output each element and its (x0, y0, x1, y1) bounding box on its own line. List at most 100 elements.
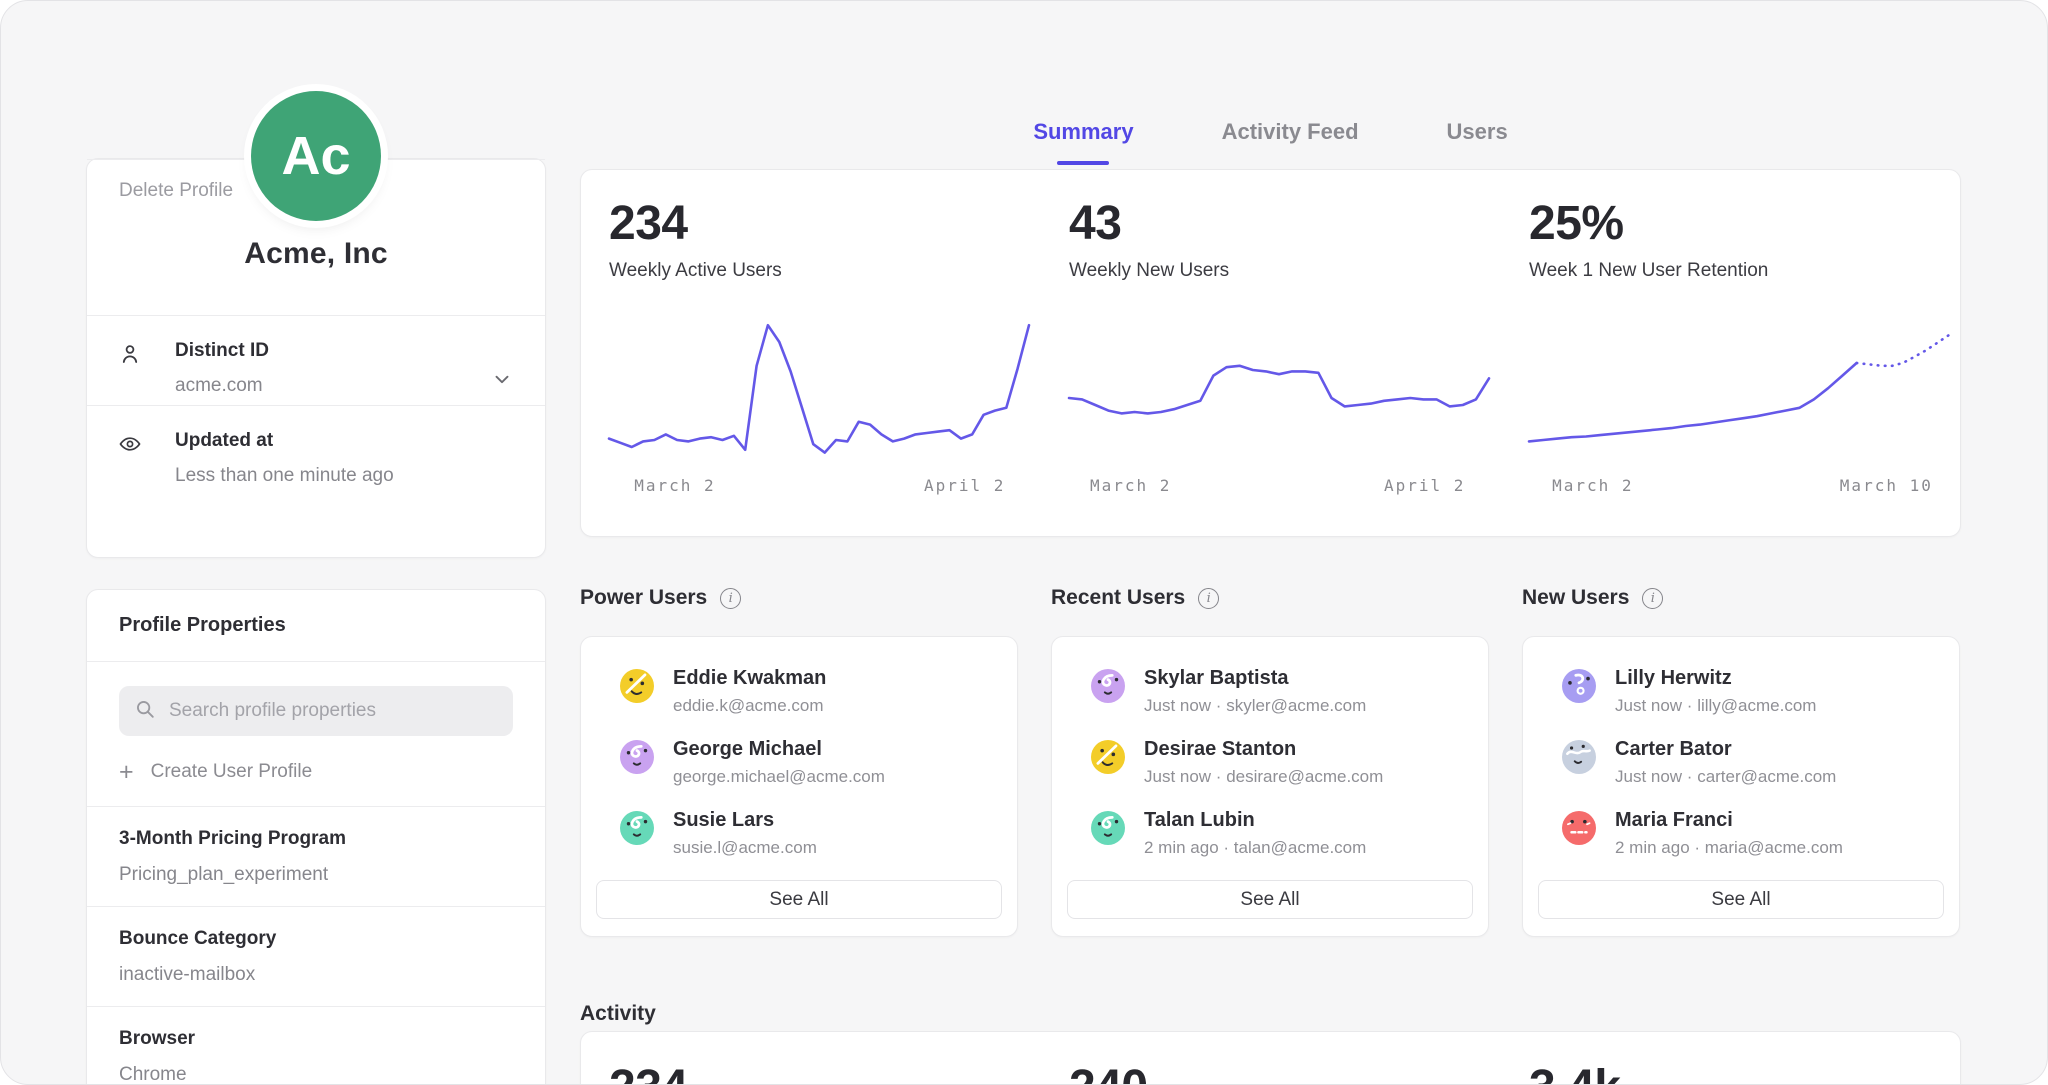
app-frame: Ac Acme, Inc Distinct ID acme.com Update… (0, 0, 2048, 1085)
user-list-item[interactable]: Skylar Baptista Just now · skyler@acme.c… (1067, 667, 1473, 716)
user-avatar (1562, 669, 1596, 703)
activity-stat-value: 234 (609, 1060, 1029, 1085)
profile-tabs: Summary Activity Feed Users (580, 119, 1961, 165)
activity-stats-card: 2342403.4k (580, 1031, 1961, 1085)
squiggle-face-icon (1091, 669, 1125, 703)
user-name: Eddie Kwakman (673, 667, 826, 690)
property-value: inactive-mailbox (119, 964, 513, 986)
user-section-new-users: New Users Lilly Herwitz Just now · lilly… (1522, 586, 1960, 937)
user-list-card: Lilly Herwitz Just now · lilly@acme.com … (1522, 636, 1960, 937)
user-detail: Just now · lilly@acme.com (1615, 696, 1816, 716)
user-name: Lilly Herwitz (1615, 667, 1816, 690)
user-detail: Just now · skyler@acme.com (1144, 696, 1366, 716)
loop-face-icon (1562, 669, 1596, 703)
user-avatar (1091, 669, 1125, 703)
stat-value: 43 (1069, 196, 1489, 251)
user-name: George Michael (673, 738, 885, 761)
sleepy-face-icon (1562, 811, 1596, 845)
eye-icon (118, 432, 142, 456)
user-avatar (1091, 740, 1125, 774)
x-axis-tick-label: March 2 (1552, 476, 1633, 495)
user-list-item[interactable]: Susie Lars susie.l@acme.com (596, 809, 1002, 858)
summary-stats-card: 234 Weekly Active Users March 2April 2 4… (580, 169, 1961, 537)
see-all-button[interactable]: See All (1067, 880, 1473, 919)
attribute-label: Updated at (175, 430, 513, 452)
profile-attribute-row: Distinct ID acme.com (87, 315, 545, 405)
user-list-item[interactable]: Eddie Kwakman eddie.k@acme.com (596, 667, 1002, 716)
x-axis-tick-label: March 2 (634, 476, 715, 495)
tab-summary[interactable]: Summary (1033, 119, 1133, 165)
stat-label: Weekly New Users (1069, 260, 1489, 282)
user-name: Desirae Stanton (1144, 738, 1383, 761)
user-list-item[interactable]: Carter Bator Just now · carter@acme.com (1538, 738, 1944, 787)
user-detail: Just now · desirare@acme.com (1144, 767, 1383, 787)
user-section-header: Power Users (580, 586, 1018, 610)
x-axis-tick-label: March 2 (1090, 476, 1171, 495)
plus-icon: + (119, 763, 134, 782)
sparkline-chart: March 2 March 10 (1529, 316, 1949, 498)
user-section-header: New Users (1522, 586, 1960, 610)
property-name: Bounce Category (119, 928, 513, 950)
user-list-item[interactable]: George Michael george.michael@acme.com (596, 738, 1002, 787)
user-avatar (620, 740, 654, 774)
x-axis-ticks: March 2April 2 (1069, 476, 1489, 498)
profile-properties-card: Profile Properties + Create User Profile… (86, 589, 546, 1085)
see-all-button[interactable]: See All (1538, 880, 1944, 919)
user-detail: Just now · carter@acme.com (1615, 767, 1836, 787)
sparkline-svg (1529, 316, 1949, 466)
info-icon[interactable] (720, 588, 741, 609)
user-list-item[interactable]: Maria Franci 2 min ago · maria@acme.com (1538, 809, 1944, 858)
user-detail: 2 min ago · talan@acme.com (1144, 838, 1366, 858)
profile-property-browser[interactable]: Browser Chrome (87, 1006, 545, 1085)
company-avatar: Ac (251, 91, 381, 221)
user-section-power-users: Power Users Eddie Kwakman eddie.k@acme.c… (580, 586, 1018, 937)
wave-face-icon (1562, 740, 1596, 774)
attribute-value: acme.com (175, 375, 513, 397)
create-user-profile-button[interactable]: + Create User Profile (119, 761, 513, 783)
see-all-button[interactable]: See All (596, 880, 1002, 919)
stat-label: Weekly Active Users (609, 260, 1029, 282)
user-name: Susie Lars (673, 809, 817, 832)
user-section-title: New Users (1522, 586, 1629, 610)
user-section-title: Power Users (580, 586, 707, 610)
user-list-item[interactable]: Talan Lubin 2 min ago · talan@acme.com (1067, 809, 1473, 858)
user-avatar (620, 811, 654, 845)
search-input[interactable] (167, 699, 498, 723)
wink-face-icon (620, 669, 654, 703)
info-icon[interactable] (1642, 588, 1663, 609)
sparkline-svg (1069, 316, 1489, 466)
profile-properties-search[interactable] (119, 686, 513, 736)
info-icon[interactable] (1198, 588, 1219, 609)
user-list-card: Skylar Baptista Just now · skyler@acme.c… (1051, 636, 1489, 937)
user-detail: 2 min ago · maria@acme.com (1615, 838, 1843, 858)
sparkline-chart: March 2April 2 (1069, 316, 1489, 498)
user-detail: susie.l@acme.com (673, 838, 817, 858)
wink-face-icon (1091, 740, 1125, 774)
user-list-item[interactable]: Desirae Stanton Just now · desirare@acme… (1067, 738, 1473, 787)
sparkline-svg (609, 316, 1029, 466)
property-value: Pricing_plan_experiment (119, 864, 513, 886)
attribute-label: Distinct ID (175, 340, 513, 362)
user-list-item[interactable]: Lilly Herwitz Just now · lilly@acme.com (1538, 667, 1944, 716)
squiggle-face-icon (1091, 811, 1125, 845)
stat-column-weekly-active-users: 234 Weekly Active Users March 2April 2 (609, 196, 1029, 536)
user-detail: eddie.k@acme.com (673, 696, 826, 716)
user-section-header: Recent Users (1051, 586, 1489, 610)
stat-value: 25% (1529, 196, 1949, 251)
x-axis-ticks: March 2 March 10 (1529, 476, 1949, 498)
create-user-profile-label: Create User Profile (151, 761, 313, 783)
profile-attribute-row: Updated at Less than one minute ago (87, 405, 545, 495)
tab-activity-feed[interactable]: Activity Feed (1222, 119, 1359, 165)
x-axis-tick-label: March 10 (1840, 476, 1933, 495)
property-name: Browser (119, 1028, 513, 1050)
stat-value: 234 (609, 196, 1029, 251)
user-name: Maria Franci (1615, 809, 1843, 832)
search-icon (134, 698, 156, 725)
tab-users[interactable]: Users (1447, 119, 1508, 165)
sparkline-chart: March 2April 2 (609, 316, 1029, 498)
chevron-down-icon[interactable] (491, 368, 513, 390)
profile-property-bounce-category[interactable]: Bounce Category inactive-mailbox (87, 906, 545, 1006)
profile-property-3-month-pricing-program[interactable]: 3-Month Pricing Program Pricing_plan_exp… (87, 806, 545, 906)
user-name: Talan Lubin (1144, 809, 1366, 832)
person-icon (118, 342, 142, 366)
